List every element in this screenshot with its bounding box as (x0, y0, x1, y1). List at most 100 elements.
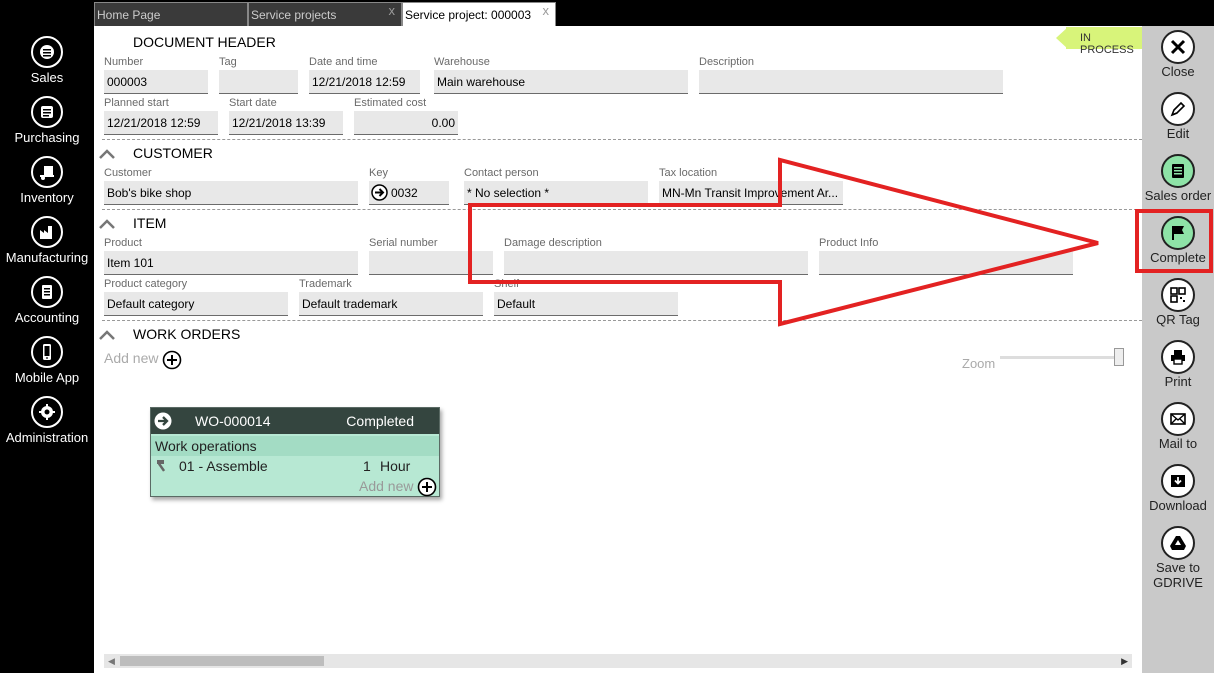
description-field[interactable] (699, 70, 1003, 94)
nav-label: Manufacturing (5, 250, 89, 265)
qr-code-icon (1161, 278, 1195, 312)
nav-item-mobile-app[interactable]: Mobile App (0, 336, 94, 396)
tab-service-project-000003[interactable]: Service project: 000003 x (402, 2, 556, 26)
download-icon (1161, 464, 1195, 498)
trademark-label: Trademark (299, 278, 352, 290)
add-new-operation-link[interactable]: Add new (359, 477, 437, 497)
key-field[interactable]: 0032 (369, 181, 449, 205)
product-label: Product (104, 237, 142, 249)
tab-label: Service projects (251, 8, 337, 22)
shelf-label: Shelf (494, 278, 520, 290)
shelf-field[interactable]: Default (494, 292, 678, 316)
nav-item-purchasing[interactable]: Purchasing (0, 96, 94, 156)
main-content: DOCUMENT HEADER Number 000003 Tag Date a… (94, 26, 1142, 673)
mail-icon (1161, 402, 1195, 436)
tab-label: Service project: 000003 (405, 8, 532, 22)
estimated-cost-field[interactable]: 0.00 (354, 111, 458, 135)
zoom-slider-handle[interactable] (1114, 348, 1124, 366)
complete-button-highlight (1135, 209, 1213, 273)
purchasing-icon (31, 96, 63, 128)
start-date-field[interactable]: 12/21/2018 13:39 (229, 111, 343, 135)
section-divider (102, 320, 1142, 321)
work-order-card-header: WO-000014 Completed (151, 408, 439, 434)
toolbar-close-button[interactable]: Close (1142, 30, 1214, 79)
chevron-up-icon[interactable] (98, 329, 116, 341)
contact-person-field[interactable]: * No selection * (464, 181, 648, 205)
operation-quantity: 1 (363, 458, 371, 474)
add-new-link[interactable]: Add new (104, 350, 182, 370)
toolbar-label: Mail to (1158, 436, 1198, 451)
nav-item-sales[interactable]: Sales (0, 36, 94, 96)
planned-start-field[interactable]: 12/21/2018 12:59 (104, 111, 218, 135)
accounting-icon (31, 276, 63, 308)
nav-item-manufacturing[interactable]: Manufacturing (0, 216, 94, 276)
arrow-right-circle-icon[interactable] (371, 184, 388, 201)
scroll-right-icon[interactable]: ▶ (1121, 656, 1128, 667)
nav-item-administration[interactable]: Administration (0, 396, 94, 456)
serial-number-field[interactable] (369, 251, 493, 275)
toolbar-label: Save to (1155, 560, 1201, 575)
customer-field[interactable]: Bob's bike shop (104, 181, 358, 205)
status-badge: IN PROCESS (1056, 27, 1146, 56)
toolbar-sales-order-button[interactable]: Sales order (1142, 154, 1214, 203)
add-new-label: Add new (359, 478, 414, 494)
datetime-label: Date and time (309, 56, 378, 68)
trademark-field[interactable]: Default trademark (299, 292, 483, 316)
section-title-item: ITEM (133, 215, 167, 231)
number-label: Number (104, 56, 144, 68)
close-icon[interactable]: x (543, 3, 550, 18)
tag-field[interactable] (219, 70, 298, 94)
inventory-icon (31, 156, 63, 188)
edit-icon (1161, 92, 1195, 126)
product-field[interactable]: Item 101 (104, 251, 358, 275)
chevron-up-icon[interactable] (98, 148, 116, 160)
tag-point-icon (1056, 27, 1068, 49)
manufacturing-icon (31, 216, 63, 248)
work-order-card[interactable]: WO-000014 Completed Work operations 01 -… (150, 407, 440, 497)
nav-item-inventory[interactable]: Inventory (0, 156, 94, 216)
work-operations-header: Work operations (151, 436, 439, 456)
arrow-right-circle-icon[interactable] (153, 411, 173, 431)
product-category-field[interactable]: Default category (104, 292, 288, 316)
horizontal-scrollbar[interactable]: ◀ ▶ (104, 654, 1132, 668)
toolbar-label: Download (1149, 498, 1207, 513)
product-info-field[interactable] (819, 251, 1073, 275)
warehouse-field[interactable]: Main warehouse (434, 70, 688, 94)
contact-person-label: Contact person (464, 167, 539, 179)
left-navigation: Sales Purchasing Inventory Manufacturing… (0, 0, 94, 673)
sales-order-icon (1161, 154, 1195, 188)
mobile-icon (31, 336, 63, 368)
tab-label: Home Page (97, 8, 161, 22)
close-icon[interactable]: x (389, 3, 396, 18)
key-label: Key (369, 167, 388, 179)
tab-home-page[interactable]: Home Page (94, 2, 248, 26)
estimated-cost-label: Estimated cost (354, 97, 427, 109)
scrollbar-thumb[interactable] (120, 656, 324, 666)
toolbar-print-button[interactable]: Print (1142, 340, 1214, 389)
tax-location-field[interactable]: MN-Mn Transit Improvement Ar... (659, 181, 843, 205)
toolbar-save-to-gdrive-button[interactable]: Save to GDRIVE (1142, 526, 1214, 590)
serial-number-label: Serial number (369, 237, 438, 249)
toolbar-download-button[interactable]: Download (1142, 464, 1214, 513)
number-field[interactable]: 000003 (104, 70, 208, 94)
nav-item-accounting[interactable]: Accounting (0, 276, 94, 336)
plus-circle-icon[interactable] (162, 350, 182, 370)
damage-description-field[interactable] (504, 251, 808, 275)
toolbar-mail-button[interactable]: Mail to (1142, 402, 1214, 451)
toolbar-edit-button[interactable]: Edit (1142, 92, 1214, 141)
section-title-document-header: DOCUMENT HEADER (133, 34, 276, 50)
operation-name: 01 - Assemble (179, 458, 268, 474)
toolbar-label-line2: GDRIVE (1153, 575, 1203, 590)
work-order-id: WO-000014 (195, 413, 271, 429)
plus-circle-icon[interactable] (417, 477, 437, 497)
scroll-left-icon[interactable]: ◀ (108, 656, 115, 667)
chevron-up-icon[interactable] (98, 218, 116, 230)
datetime-field[interactable]: 12/21/2018 12:59 (309, 70, 420, 94)
nav-label: Administration (5, 430, 89, 445)
toolbar-qr-tag-button[interactable]: QR Tag (1142, 278, 1214, 327)
section-title-work-orders: WORK ORDERS (133, 326, 241, 342)
tab-service-projects[interactable]: Service projects x (248, 2, 402, 26)
product-category-label: Product category (104, 278, 188, 290)
work-operation-row[interactable]: 01 - Assemble 1 Hour (151, 458, 439, 476)
zoom-slider[interactable] (1000, 348, 1124, 366)
